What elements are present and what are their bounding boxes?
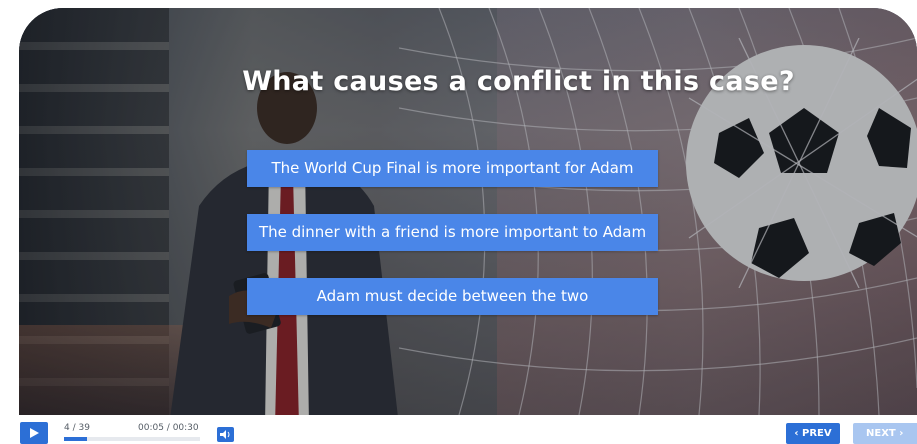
time-readout: 00:05 / 00:30	[138, 423, 199, 433]
slide-counter: 4 / 39	[64, 423, 90, 433]
player-controls: 4 / 39 00:05 / 00:30 ‹ PREV NEXT ›	[0, 415, 917, 444]
play-icon	[30, 428, 39, 438]
progress-bar[interactable]	[64, 437, 200, 441]
play-button[interactable]	[20, 422, 48, 444]
volume-icon	[220, 430, 230, 439]
answer-option-3[interactable]: Adam must decide between the two	[247, 278, 658, 315]
volume-button[interactable]	[217, 427, 234, 442]
next-button[interactable]: NEXT ›	[853, 423, 917, 444]
answer-option-1[interactable]: The World Cup Final is more important fo…	[247, 150, 658, 187]
prev-button[interactable]: ‹ PREV	[786, 423, 840, 444]
progress-fill	[64, 437, 88, 441]
answer-option-2[interactable]: The dinner with a friend is more importa…	[247, 214, 658, 251]
question-title: What causes a conflict in this case?	[242, 66, 795, 97]
